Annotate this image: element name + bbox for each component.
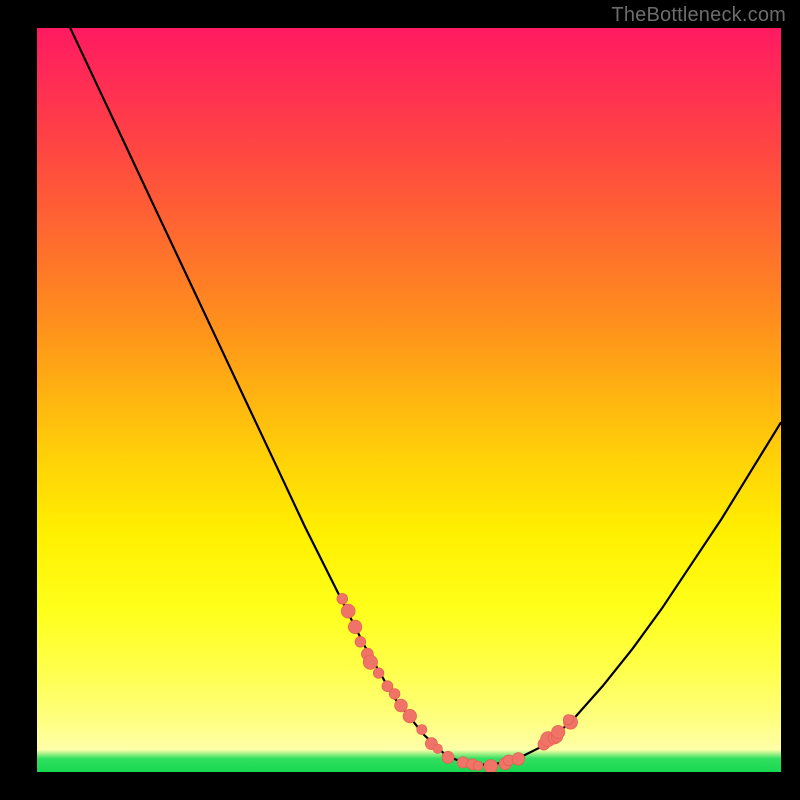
marker-dot — [389, 689, 400, 700]
plot-area — [37, 28, 781, 772]
bottleneck-curve — [37, 28, 781, 765]
marker-dot — [442, 751, 454, 763]
outer-frame: TheBottleneck.com — [0, 0, 800, 800]
marker-group — [337, 593, 578, 772]
marker-dot — [473, 761, 483, 771]
marker-dot — [337, 593, 348, 604]
marker-dot — [348, 620, 362, 634]
marker-dot — [563, 715, 573, 725]
watermark-text: TheBottleneck.com — [611, 4, 786, 27]
marker-dot — [363, 655, 377, 669]
marker-dot — [552, 725, 565, 738]
marker-dot — [373, 668, 384, 679]
marker-dot — [355, 636, 366, 647]
chart-svg — [37, 28, 781, 772]
marker-dot — [433, 744, 442, 753]
marker-dot — [512, 753, 525, 766]
marker-dot — [417, 725, 427, 735]
marker-dot — [395, 699, 408, 712]
marker-dot — [484, 760, 498, 773]
marker-dot — [341, 604, 355, 618]
marker-dot — [403, 709, 417, 723]
